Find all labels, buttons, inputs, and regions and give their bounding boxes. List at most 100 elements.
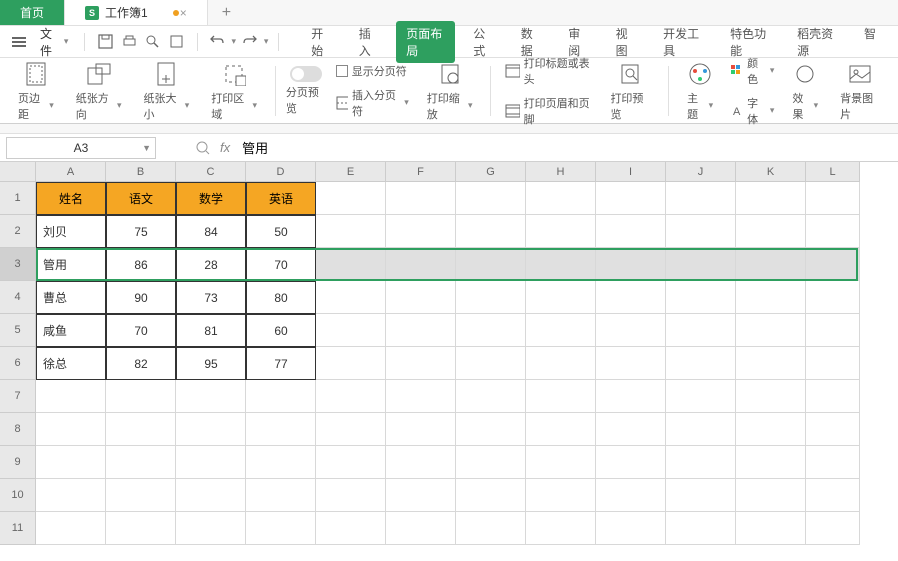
cell-A5[interactable]: 咸鱼 <box>36 314 106 347</box>
cell-B2[interactable]: 75 <box>106 215 176 248</box>
ribbon-tab-2[interactable]: 页面布局 <box>396 21 455 63</box>
cell-K7[interactable] <box>736 380 806 413</box>
tab-workbook[interactable]: S 工作簿1 × <box>65 0 208 25</box>
cell-G5[interactable] <box>456 314 526 347</box>
cell-I2[interactable] <box>596 215 666 248</box>
cell-H8[interactable] <box>526 413 596 446</box>
cell-D5[interactable]: 60 <box>246 314 316 347</box>
cell-H2[interactable] <box>526 215 596 248</box>
cell-A7[interactable] <box>36 380 106 413</box>
cell-G2[interactable] <box>456 215 526 248</box>
ribbon-tab-3[interactable]: 公式 <box>463 21 502 63</box>
cell-H7[interactable] <box>526 380 596 413</box>
cell-A10[interactable] <box>36 479 106 512</box>
cell-F9[interactable] <box>386 446 456 479</box>
cell-F6[interactable] <box>386 347 456 380</box>
cell-J6[interactable] <box>666 347 736 380</box>
redo-icon[interactable] <box>240 31 260 53</box>
col-header-H[interactable]: H <box>526 162 596 182</box>
print-preview-icon[interactable] <box>143 31 163 53</box>
cell-G3[interactable] <box>456 248 526 281</box>
new-tab-button[interactable]: + <box>208 0 245 25</box>
cell-H11[interactable] <box>526 512 596 545</box>
cell-A9[interactable] <box>36 446 106 479</box>
fonts-button[interactable]: A字体▾ <box>727 93 778 129</box>
margins-button[interactable]: 页边距▾ <box>10 60 62 122</box>
effects-button[interactable]: 效果▾ <box>784 60 826 122</box>
cell-L11[interactable] <box>806 512 860 545</box>
print-preview-button[interactable]: 打印预览 <box>602 60 658 122</box>
ribbon-tab-7[interactable]: 开发工具 <box>653 21 712 63</box>
cell-H4[interactable] <box>526 281 596 314</box>
cell-E1[interactable] <box>316 182 386 215</box>
fx-icon[interactable]: fx <box>220 140 230 155</box>
cell-G6[interactable] <box>456 347 526 380</box>
cell-I5[interactable] <box>596 314 666 347</box>
cell-A8[interactable] <box>36 413 106 446</box>
cell-F1[interactable] <box>386 182 456 215</box>
row-header-6[interactable]: 6 <box>0 347 36 380</box>
row-header-1[interactable]: 1 <box>0 182 36 215</box>
name-box[interactable]: A3▼ <box>6 137 156 159</box>
cell-L10[interactable] <box>806 479 860 512</box>
cell-K1[interactable] <box>736 182 806 215</box>
cell-J10[interactable] <box>666 479 736 512</box>
cell-I8[interactable] <box>596 413 666 446</box>
menu-icon[interactable] <box>12 37 26 47</box>
cell-I7[interactable] <box>596 380 666 413</box>
col-header-J[interactable]: J <box>666 162 736 182</box>
cell-C10[interactable] <box>176 479 246 512</box>
row-header-2[interactable]: 2 <box>0 215 36 248</box>
cell-F2[interactable] <box>386 215 456 248</box>
cell-B3[interactable]: 86 <box>106 248 176 281</box>
cell-I1[interactable] <box>596 182 666 215</box>
colors-button[interactable]: 颜色▾ <box>727 53 778 89</box>
cell-L2[interactable] <box>806 215 860 248</box>
cell-G8[interactable] <box>456 413 526 446</box>
cell-J4[interactable] <box>666 281 736 314</box>
cell-L9[interactable] <box>806 446 860 479</box>
cell-D8[interactable] <box>246 413 316 446</box>
header-footer-button[interactable]: 打印页眉和页脚 <box>501 93 596 129</box>
col-header-D[interactable]: D <box>246 162 316 182</box>
cell-B9[interactable] <box>106 446 176 479</box>
col-header-F[interactable]: F <box>386 162 456 182</box>
cell-H9[interactable] <box>526 446 596 479</box>
cell-D9[interactable] <box>246 446 316 479</box>
cell-B11[interactable] <box>106 512 176 545</box>
cell-F10[interactable] <box>386 479 456 512</box>
cell-D1[interactable]: 英语 <box>246 182 316 215</box>
cell-D7[interactable] <box>246 380 316 413</box>
cell-J8[interactable] <box>666 413 736 446</box>
cell-L1[interactable] <box>806 182 860 215</box>
cell-G4[interactable] <box>456 281 526 314</box>
cell-C7[interactable] <box>176 380 246 413</box>
cell-C4[interactable]: 73 <box>176 281 246 314</box>
cell-C9[interactable] <box>176 446 246 479</box>
save-icon[interactable] <box>95 31 115 53</box>
cell-E9[interactable] <box>316 446 386 479</box>
row-header-11[interactable]: 11 <box>0 512 36 545</box>
col-header-K[interactable]: K <box>736 162 806 182</box>
cell-H5[interactable] <box>526 314 596 347</box>
cell-B5[interactable]: 70 <box>106 314 176 347</box>
file-menu[interactable]: 文件▾ <box>34 25 74 59</box>
cell-L8[interactable] <box>806 413 860 446</box>
cell-C2[interactable]: 84 <box>176 215 246 248</box>
cell-A4[interactable]: 曹总 <box>36 281 106 314</box>
close-icon[interactable]: × <box>180 6 187 20</box>
cell-K5[interactable] <box>736 314 806 347</box>
cell-I6[interactable] <box>596 347 666 380</box>
cell-A2[interactable]: 刘贝 <box>36 215 106 248</box>
cell-A1[interactable]: 姓名 <box>36 182 106 215</box>
add-icon[interactable] <box>167 31 187 53</box>
cell-H1[interactable] <box>526 182 596 215</box>
cell-C1[interactable]: 数学 <box>176 182 246 215</box>
cell-J3[interactable] <box>666 248 736 281</box>
cell-F4[interactable] <box>386 281 456 314</box>
cell-H6[interactable] <box>526 347 596 380</box>
ribbon-tab-10[interactable]: 智 <box>854 21 886 63</box>
spreadsheet-grid[interactable]: ABCDEFGHIJKL 1姓名语文数学英语2刘贝7584503管用862870… <box>0 162 898 545</box>
cell-E2[interactable] <box>316 215 386 248</box>
cell-C5[interactable]: 81 <box>176 314 246 347</box>
